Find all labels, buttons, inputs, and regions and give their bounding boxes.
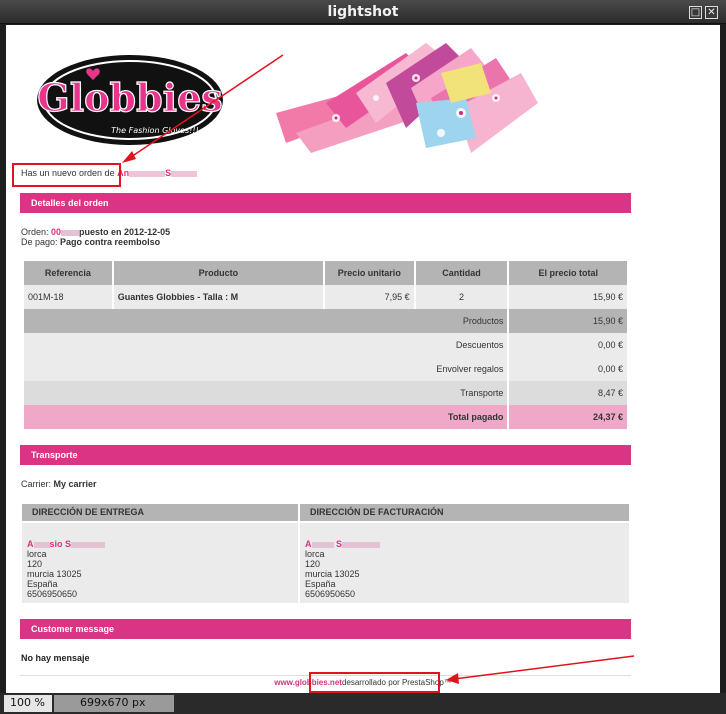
arrow-head-top [122,151,136,163]
close-icon[interactable]: ✕ [705,6,718,19]
window-titlebar: lightshot □ ✕ [0,0,726,24]
status-bar: 100 % 699x670 px [0,693,726,714]
annotation-arrows [122,54,635,684]
email-preview: Globbies The Fashion Gloves!!! Has un nu… [6,25,720,693]
arrow-line-bottom [453,655,635,680]
arrow-head-bottom [446,673,459,684]
window-title: lightshot [327,4,399,20]
zoom-level[interactable]: 100 % [4,695,52,712]
arrow-line-top [127,54,284,160]
image-dimensions: 699x670 px [54,695,174,712]
maximize-icon[interactable]: □ [689,6,702,19]
